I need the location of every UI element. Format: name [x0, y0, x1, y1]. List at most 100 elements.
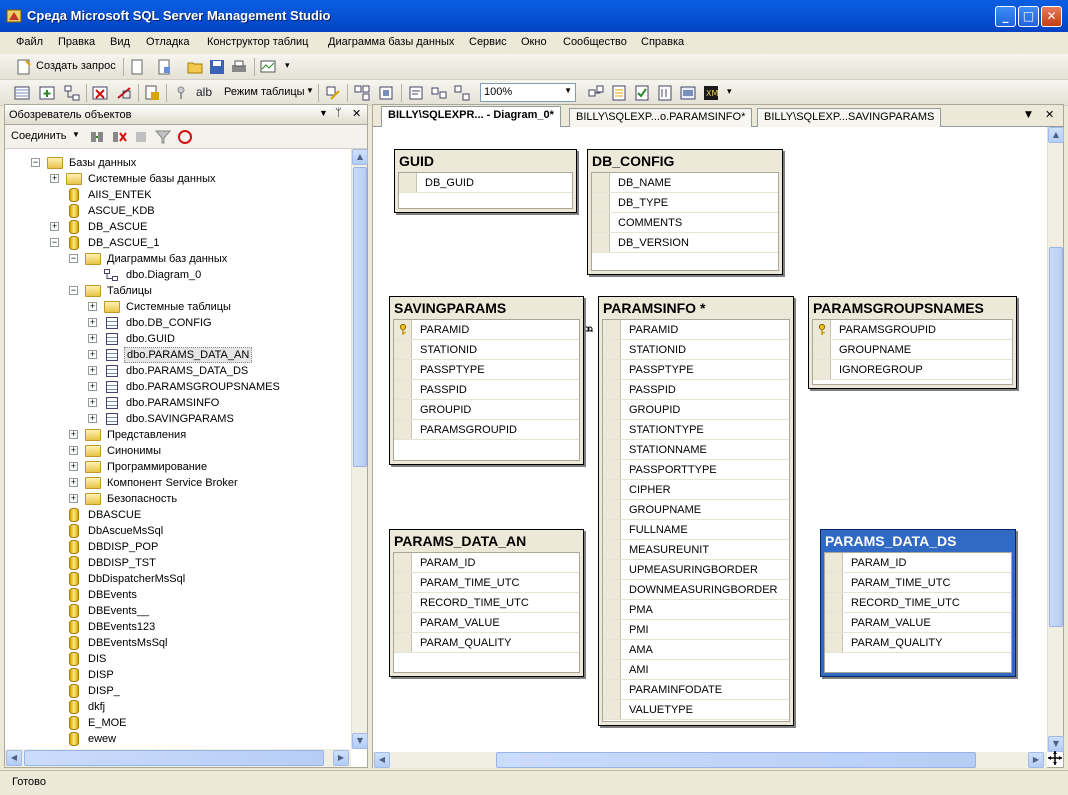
menu-window[interactable]: Окно: [521, 36, 547, 48]
tree-node[interactable]: − Диаграммы баз данных: [5, 251, 351, 267]
column-row[interactable]: PARAM_TIME_UTC: [394, 573, 579, 593]
expand-icon[interactable]: +: [88, 302, 97, 311]
minimize-button[interactable]: _: [995, 6, 1016, 27]
column-row[interactable]: PARAMINFODATE: [603, 680, 789, 700]
collapse-icon[interactable]: −: [69, 254, 78, 263]
column-row[interactable]: PMI: [603, 620, 789, 640]
tree-node[interactable]: + Представления: [5, 427, 351, 443]
row-selector[interactable]: [603, 480, 621, 499]
filter-icon[interactable]: [155, 129, 171, 145]
expand-icon[interactable]: +: [88, 398, 97, 407]
expand-icon[interactable]: +: [69, 446, 78, 455]
row-selector[interactable]: [603, 660, 621, 679]
menu-file[interactable]: Файл: [16, 36, 43, 48]
save-icon[interactable]: [209, 59, 225, 75]
expand-icon[interactable]: +: [88, 318, 97, 327]
row-selector[interactable]: [603, 620, 621, 639]
row-selector[interactable]: [825, 593, 843, 612]
tree-node[interactable]: + Программирование: [5, 459, 351, 475]
column-row[interactable]: PARAM_TIME_UTC: [825, 573, 1011, 593]
tree-node[interactable]: ASCUE_KDB: [5, 203, 351, 219]
menu-help[interactable]: Справка: [641, 36, 684, 48]
row-selector[interactable]: [394, 380, 412, 399]
tab-paramsinfo[interactable]: BILLY\SQLEXP...o.PARAMSINFO*: [569, 108, 753, 127]
tree-node[interactable]: + dbo.SAVINGPARAMS: [5, 411, 351, 427]
tree-node[interactable]: + dbo.GUID: [5, 331, 351, 347]
diagram-horizontal-scrollbar[interactable]: ◀ ▶: [373, 752, 1047, 768]
row-selector[interactable]: [394, 593, 412, 612]
tree-node[interactable]: − Таблицы: [5, 283, 351, 299]
hscroll-thumb[interactable]: [496, 752, 976, 768]
table-view-dropdown-arrow-icon[interactable]: ▼: [306, 86, 314, 95]
column-row[interactable]: MEASUREUNIT: [603, 540, 789, 560]
diagram-table[interactable]: PARAMS_DATA_DS PARAM_ID PARAM_TIME_UTC RECO…: [820, 529, 1016, 677]
toolbar-overflow-icon[interactable]: ▾: [727, 86, 732, 97]
expand-icon[interactable]: +: [88, 414, 97, 423]
row-selector[interactable]: [825, 633, 843, 652]
row-selector[interactable]: [825, 573, 843, 592]
row-selector[interactable]: [603, 560, 621, 579]
expand-icon[interactable]: +: [69, 494, 78, 503]
menu-table-designer[interactable]: Конструктор таблиц: [207, 36, 308, 48]
tab-diagram[interactable]: BILLY\SQLEXPR... - Diagram_0*: [381, 106, 561, 127]
tabs-close-icon[interactable]: ✕: [1045, 108, 1054, 121]
tree-node[interactable]: dbo.Diagram_0: [5, 267, 351, 283]
row-selector[interactable]: [394, 573, 412, 592]
arrange-tables-icon[interactable]: [354, 85, 370, 101]
column-row[interactable]: DB_VERSION: [592, 233, 778, 253]
row-selector[interactable]: [592, 173, 610, 192]
row-selector[interactable]: [394, 360, 412, 379]
tree-node[interactable]: − DB_ASCUE_1: [5, 235, 351, 251]
column-row[interactable]: PASSPID: [603, 380, 789, 400]
tree-node[interactable]: DBDISP_TST: [5, 555, 351, 571]
expand-icon[interactable]: +: [88, 382, 97, 391]
delete-table-icon[interactable]: [92, 85, 108, 101]
tree-horizontal-scrollbar[interactable]: ◀ ▶: [5, 749, 351, 767]
generate-script-icon[interactable]: [144, 85, 160, 101]
row-selector[interactable]: [603, 320, 621, 339]
add-related-tables-icon[interactable]: [588, 85, 604, 101]
print-icon[interactable]: [231, 59, 247, 75]
row-selector[interactable]: [603, 400, 621, 419]
maximize-button[interactable]: □: [1018, 6, 1039, 27]
autosize-tables-icon[interactable]: [378, 85, 394, 101]
row-selector[interactable]: [592, 193, 610, 212]
column-row[interactable]: FULLNAME: [603, 520, 789, 540]
toolbar-overflow-icon[interactable]: ▾: [285, 60, 290, 71]
tree-node[interactable]: + dbo.PARAMSGROUPSNAMES: [5, 379, 351, 395]
row-selector[interactable]: [394, 613, 412, 632]
expand-icon[interactable]: +: [88, 350, 97, 359]
open-folder-icon[interactable]: [187, 59, 203, 75]
row-selector[interactable]: [603, 460, 621, 479]
table-properties-icon[interactable]: [611, 85, 627, 101]
tree-node[interactable]: dkfj: [5, 699, 351, 715]
tree-node[interactable]: DIS: [5, 651, 351, 667]
full-text-index-icon[interactable]: [680, 85, 696, 101]
column-row[interactable]: PASSPID: [394, 380, 579, 400]
column-row[interactable]: COMMENTS: [592, 213, 778, 233]
hscroll-thumb[interactable]: [24, 750, 324, 766]
expand-icon[interactable]: +: [88, 366, 97, 375]
row-selector[interactable]: [394, 340, 412, 359]
new-table-icon[interactable]: [14, 85, 30, 101]
tree-node[interactable]: DbDispatcherMsSql: [5, 571, 351, 587]
row-selector[interactable]: [603, 520, 621, 539]
collapse-icon[interactable]: −: [69, 286, 78, 295]
column-row[interactable]: PARAMSGROUPID: [813, 320, 1012, 340]
relationships-icon[interactable]: [64, 85, 80, 101]
pin-icon[interactable]: ᛘ: [335, 107, 342, 119]
expand-icon[interactable]: +: [69, 430, 78, 439]
tree-node[interactable]: DbAscueMsSql: [5, 523, 351, 539]
scroll-thumb[interactable]: [353, 167, 367, 467]
tree-node[interactable]: + Безопасность: [5, 491, 351, 507]
diagram-table[interactable]: GUID DB_GUID: [394, 149, 577, 213]
check-constraints-icon[interactable]: [634, 85, 650, 101]
arrange-selection-icon[interactable]: [325, 85, 341, 101]
menu-debug[interactable]: Отладка: [146, 36, 189, 48]
row-selector[interactable]: [394, 420, 412, 439]
expand-icon[interactable]: +: [50, 222, 59, 231]
tree-node[interactable]: DBASCUE: [5, 507, 351, 523]
column-row[interactable]: PARAMID: [394, 320, 579, 340]
connect-button[interactable]: Соединить: [11, 130, 67, 142]
column-row[interactable]: DB_NAME: [592, 173, 778, 193]
